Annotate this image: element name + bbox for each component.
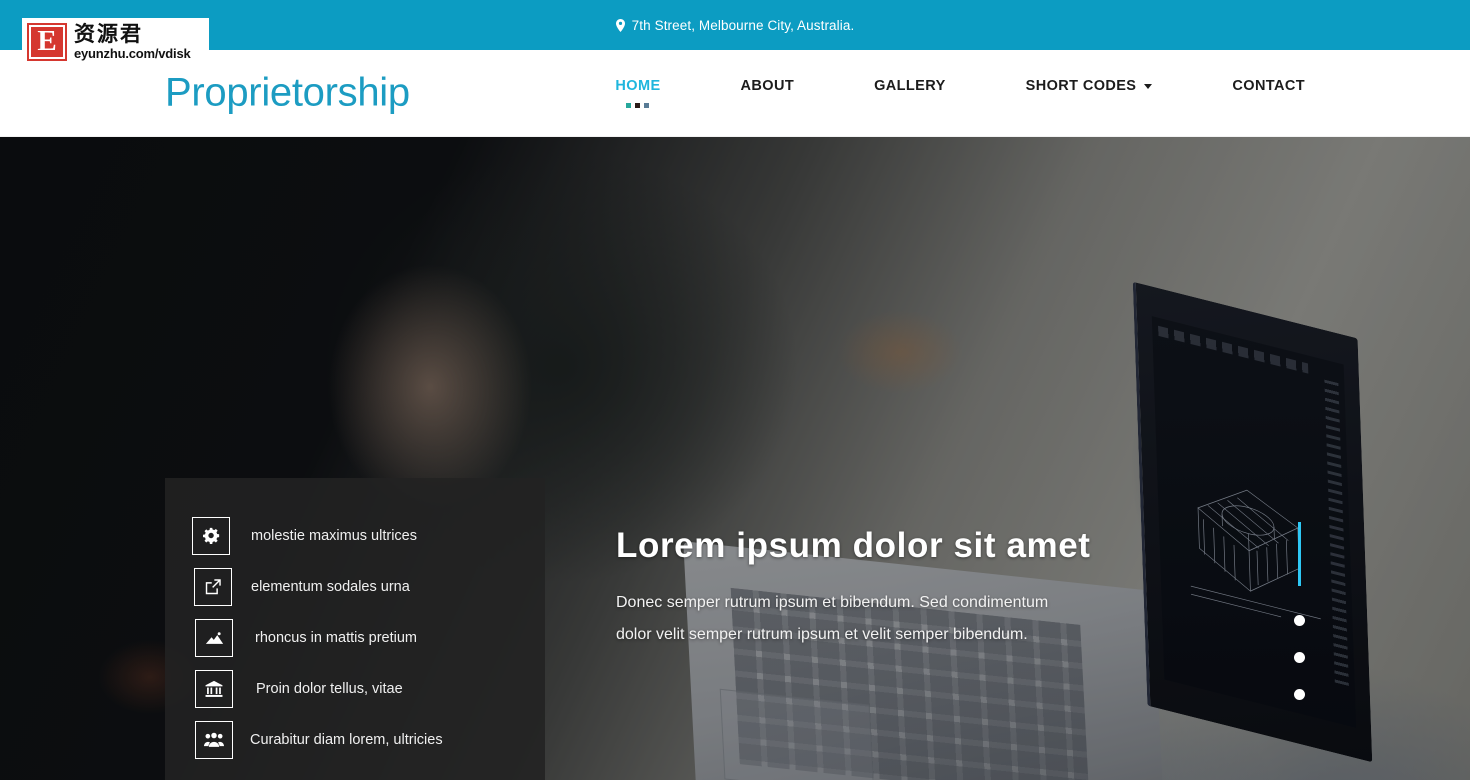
feature-label: molestie maximus ultrices: [251, 527, 417, 544]
hero-feature-panel: molestie maximus ultrices elementum soda…: [165, 478, 545, 780]
nav-label-about: ABOUT: [740, 78, 795, 94]
feature-label: rhoncus in mattis pretium: [255, 629, 417, 646]
watermark-url-text: eyunzhu.com/vdisk: [74, 45, 191, 61]
slider-accent-bar: [1298, 522, 1301, 586]
hero-caption: Lorem ipsum dolor sit amet Donec semper …: [616, 525, 1091, 651]
feature-item[interactable]: Proin dolor tellus, vitae: [165, 663, 545, 714]
indicator-dot-3: [644, 103, 650, 108]
nav-label-short-codes: SHORT CODES: [1025, 78, 1137, 94]
bank-icon: [195, 669, 233, 708]
users-icon: [195, 720, 233, 759]
gear-icon: [192, 516, 230, 555]
indicator-dot-2: [635, 103, 641, 108]
watermark-chinese-text: 资源君: [74, 21, 143, 46]
chevron-down-icon: [1144, 84, 1153, 89]
top-contact-bar: 7th Street, Melbourne City, Australia.: [0, 0, 1470, 50]
hero-title: Lorem ipsum dolor sit amet: [616, 526, 1091, 565]
watermark-logo: E 资源君 eyunzhu.com/vdisk: [22, 18, 209, 65]
main-navigation: HOME ABOUT GALLERY SHORT CODES CONTACT: [575, 78, 1305, 108]
slider-dot-1[interactable]: [1294, 615, 1305, 626]
page-root: 7th Street, Melbourne City, Australia. P…: [0, 0, 1470, 780]
watermark-text-block: 资源君 eyunzhu.com/vdisk: [74, 21, 191, 61]
image-icon: [195, 618, 233, 657]
slider-dot-3[interactable]: [1294, 689, 1305, 700]
indicator-dot-1: [626, 103, 632, 108]
nav-item-gallery[interactable]: GALLERY: [834, 78, 986, 94]
feature-item[interactable]: Curabitur diam lorem, ultricies: [165, 714, 545, 765]
map-marker-icon: [615, 18, 625, 32]
feature-item[interactable]: elementum sodales urna: [165, 561, 545, 612]
feature-item[interactable]: molestie maximus ultrices: [165, 510, 545, 561]
nav-item-short-codes[interactable]: SHORT CODES: [986, 78, 1193, 94]
top-address-block: 7th Street, Melbourne City, Australia.: [615, 17, 855, 33]
feature-item[interactable]: rhoncus in mattis pretium: [165, 612, 545, 663]
external-link-icon: [194, 567, 232, 606]
feature-label: elementum sodales urna: [251, 578, 410, 595]
nav-active-indicator: [626, 103, 650, 108]
hero-slider: molestie maximus ultrices elementum soda…: [0, 137, 1470, 780]
nav-label-gallery: GALLERY: [874, 78, 946, 94]
nav-label-contact: CONTACT: [1232, 78, 1305, 94]
site-brand-title[interactable]: Proprietorship: [165, 71, 410, 116]
nav-item-contact[interactable]: CONTACT: [1192, 78, 1305, 94]
nav-label-home: HOME: [615, 78, 661, 94]
feature-label: Curabitur diam lorem, ultricies: [250, 731, 443, 748]
hero-description: Donec semper rutrum ipsum et bibendum. S…: [616, 594, 1049, 644]
feature-label: Proin dolor tellus, vitae: [256, 680, 403, 697]
site-header: Proprietorship HOME ABOUT GALLERY SHORT …: [0, 50, 1470, 137]
slider-dot-2[interactable]: [1294, 652, 1305, 663]
top-address-text: 7th Street, Melbourne City, Australia.: [631, 17, 855, 33]
nav-item-home[interactable]: HOME: [575, 78, 700, 108]
nav-item-about[interactable]: ABOUT: [701, 78, 835, 94]
watermark-letter-icon: E: [27, 22, 67, 61]
slider-pagination[interactable]: [1294, 615, 1305, 700]
